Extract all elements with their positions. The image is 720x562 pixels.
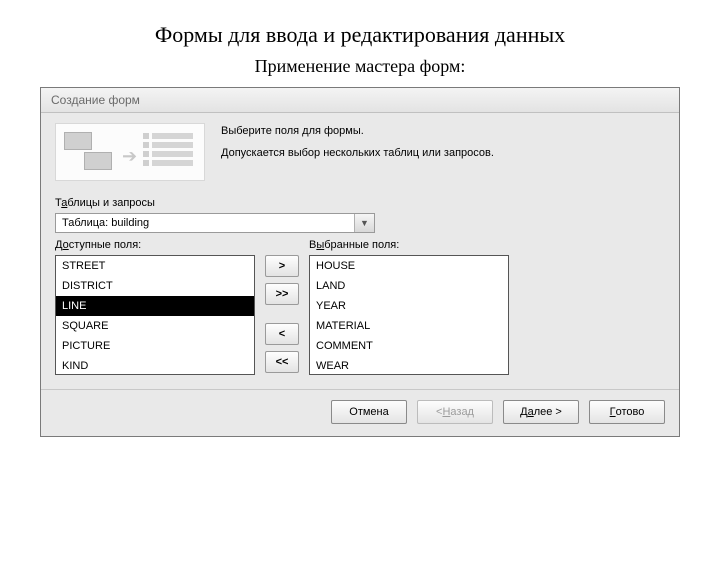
- move-buttons: > >> < <<: [265, 239, 299, 373]
- next-button[interactable]: Далее >: [503, 400, 579, 424]
- dialog-header: ➔ Выберите поля для формы. Допускается в…: [41, 113, 679, 187]
- list-item[interactable]: KIND: [56, 356, 254, 375]
- finish-button[interactable]: Готово: [589, 400, 665, 424]
- list-item[interactable]: COMMENT: [310, 336, 508, 356]
- list-item[interactable]: STREET: [56, 256, 254, 276]
- remove-all-fields-button[interactable]: <<: [265, 351, 299, 373]
- wizard-footer: Отмена < Назад Далее > Готово: [41, 389, 679, 436]
- list-item[interactable]: DISTRICT: [56, 276, 254, 296]
- add-field-button[interactable]: >: [265, 255, 299, 277]
- available-fields-list[interactable]: STREETDISTRICTLINESQUAREPICTUREKINDELEVA…: [55, 255, 255, 375]
- list-item[interactable]: MATERIAL: [310, 316, 508, 336]
- list-item[interactable]: HOUSE: [310, 256, 508, 276]
- wizard-illustration: ➔: [55, 123, 205, 181]
- selected-fields-label: Выбранные поля:: [309, 239, 509, 251]
- header-instruction: Выберите поля для формы.: [221, 125, 665, 137]
- tables-queries-combo[interactable]: Таблица: building ▼: [55, 213, 375, 233]
- list-item[interactable]: YEAR: [310, 296, 508, 316]
- available-fields-label: Доступные поля:: [55, 239, 255, 251]
- slide-subtitle: Применение мастера форм:: [20, 56, 700, 77]
- dialog-header-text: Выберите поля для формы. Допускается выб…: [221, 123, 665, 159]
- remove-field-button[interactable]: <: [265, 323, 299, 345]
- list-item[interactable]: LINE: [56, 296, 254, 316]
- cancel-button[interactable]: Отмена: [331, 400, 407, 424]
- arrow-icon: ➔: [122, 146, 137, 167]
- chevron-down-icon[interactable]: ▼: [354, 214, 374, 232]
- add-all-fields-button[interactable]: >>: [265, 283, 299, 305]
- selected-fields-list[interactable]: HOUSELANDYEARMATERIALCOMMENTWEARCOST: [309, 255, 509, 375]
- dialog-titlebar: Создание форм: [41, 88, 679, 113]
- list-item[interactable]: PICTURE: [56, 336, 254, 356]
- combo-value: Таблица: building: [56, 214, 354, 232]
- wizard-dialog: Создание форм ➔ Выберите поля для формы.…: [40, 87, 680, 437]
- list-item[interactable]: WEAR: [310, 356, 508, 375]
- tables-queries-label: Таблицы и запросы: [55, 197, 665, 209]
- list-item[interactable]: LAND: [310, 276, 508, 296]
- header-subinstruction: Допускается выбор нескольких таблиц или …: [221, 147, 665, 159]
- list-item[interactable]: SQUARE: [56, 316, 254, 336]
- slide-title: Формы для ввода и редактирования данных: [20, 22, 700, 48]
- back-button: < Назад: [417, 400, 493, 424]
